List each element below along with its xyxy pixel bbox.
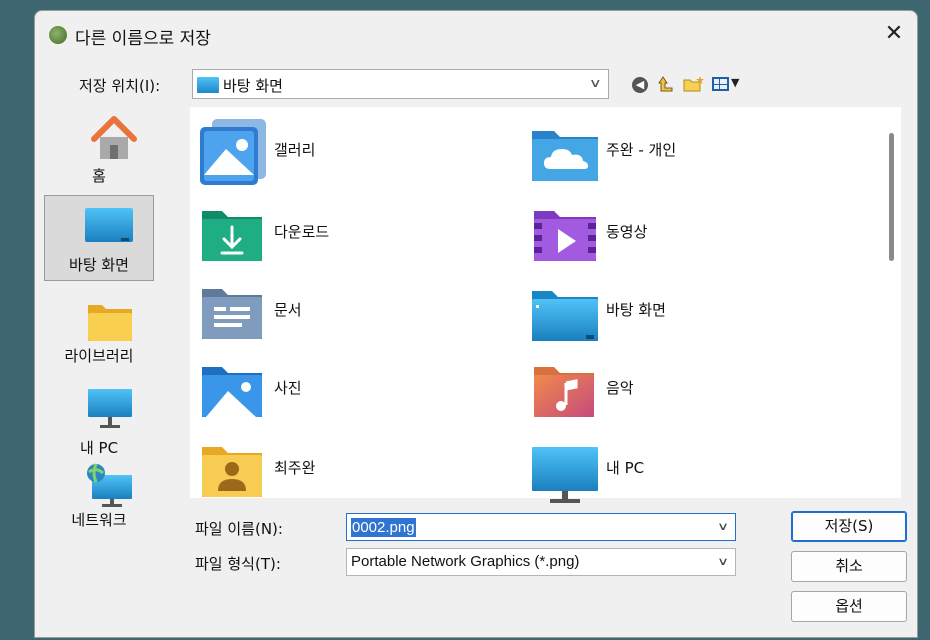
onedrive-folder-icon [532,131,598,181]
network-icon [87,463,132,507]
new-folder-icon[interactable] [683,75,705,97]
downloads-folder-icon [202,211,262,261]
scrollbar-thumb[interactable] [889,133,894,261]
list-item-label: 문서 [274,301,302,319]
caret-down-icon: ▼ [731,76,740,89]
file-list[interactable]: 갤러리 주완 - 개인 다운로드 동영상 문서 바탕 화면 사진 음악 최주완 … [190,107,884,503]
computer-icon [88,389,132,428]
list-item-user[interactable]: 최주완 [198,433,458,503]
library-folder-icon [88,305,132,341]
desktop-folder-icon [197,77,219,93]
list-item-onedrive[interactable]: 주완 - 개인 [530,115,790,185]
view-grid-icon [712,77,729,91]
desktop-icon [85,208,133,242]
list-item-label: 주완 - 개인 [606,141,677,159]
save-location-label: 저장 위치(I): [79,77,161,95]
list-item-label: 최주완 [274,459,316,477]
vertical-scrollbar[interactable] [883,107,901,498]
desktop-folder-icon [532,291,598,341]
list-item-videos[interactable]: 동영상 [530,197,790,267]
save-location-dropdown[interactable]: 바탕 화면 ∨ [192,69,609,99]
chevron-down-icon[interactable]: ∨ [717,520,729,533]
place-libraries-label: 라이브러리 [64,347,134,365]
filetype-value: Portable Network Graphics (*.png) [351,553,580,570]
pictures-folder-icon [202,367,262,417]
app-icon [49,26,67,44]
list-item-gallery[interactable]: 갤러리 [198,115,458,185]
gallery-icon [200,119,266,185]
save-button[interactable]: 저장(S) [791,511,907,542]
filetype-dropdown[interactable]: Portable Network Graphics (*.png) ∨ [346,548,736,576]
list-item-label: 바탕 화면 [606,301,666,319]
music-folder-icon [534,367,594,417]
view-menu-icon[interactable]: ▼ [712,74,744,94]
list-item-pictures[interactable]: 사진 [198,353,458,423]
title-bar: 다른 이름으로 저장 ✕ [35,11,917,57]
videos-folder-icon [534,211,596,261]
documents-folder-icon [202,289,262,339]
filename-label: 파일 이름(N): [195,520,283,538]
place-this-pc[interactable]: 내 PC [44,377,154,457]
place-desktop[interactable]: 바탕 화면 [44,195,154,281]
place-home-label: 홈 [92,167,106,185]
list-item-desktop[interactable]: 바탕 화면 [530,275,790,345]
options-button[interactable]: 옵션 [791,591,907,622]
places-bar: 홈 바탕 화면 라이브러리 내 PC 네트워크 [44,107,154,529]
place-this-pc-label: 내 PC [79,439,119,457]
home-icon [91,116,137,159]
list-item-music[interactable]: 음악 [530,353,790,423]
save-location-value: 바탕 화면 [223,77,283,95]
save-as-dialog: 다른 이름으로 저장 ✕ 저장 위치(I): 바탕 화면 ∨ ◀ ▼ 홈 바탕 … [34,10,918,638]
filename-input[interactable]: 0002.png ∨ [346,513,736,541]
place-home[interactable]: 홈 [44,107,154,195]
dialog-title: 다른 이름으로 저장 [75,29,211,49]
filetype-label: 파일 형식(T): [195,555,281,573]
list-item-documents[interactable]: 문서 [198,275,458,345]
list-item-label: 동영상 [606,223,648,241]
list-item-label: 음악 [606,379,634,397]
computer-icon [532,447,598,503]
list-item-label: 내 PC [606,459,645,477]
place-desktop-label: 바탕 화면 [69,256,129,274]
user-folder-icon [202,447,262,497]
back-icon[interactable]: ◀ [632,77,648,93]
list-item-downloads[interactable]: 다운로드 [198,197,458,267]
up-folder-icon[interactable] [658,75,674,97]
list-item-this-pc[interactable]: 내 PC [530,433,790,503]
place-network-label: 네트워크 [71,511,127,529]
place-libraries[interactable]: 라이브러리 [44,285,154,367]
place-network[interactable]: 네트워크 [44,463,154,533]
cancel-button[interactable]: 취소 [791,551,907,582]
list-item-label: 갤러리 [274,141,316,159]
filename-value: 0002.png [351,518,416,537]
chevron-down-icon: ∨ [716,555,730,568]
list-item-label: 사진 [274,379,302,397]
chevron-down-icon: ∨ [589,76,603,90]
list-item-label: 다운로드 [274,223,330,241]
close-button[interactable]: ✕ [871,11,917,57]
